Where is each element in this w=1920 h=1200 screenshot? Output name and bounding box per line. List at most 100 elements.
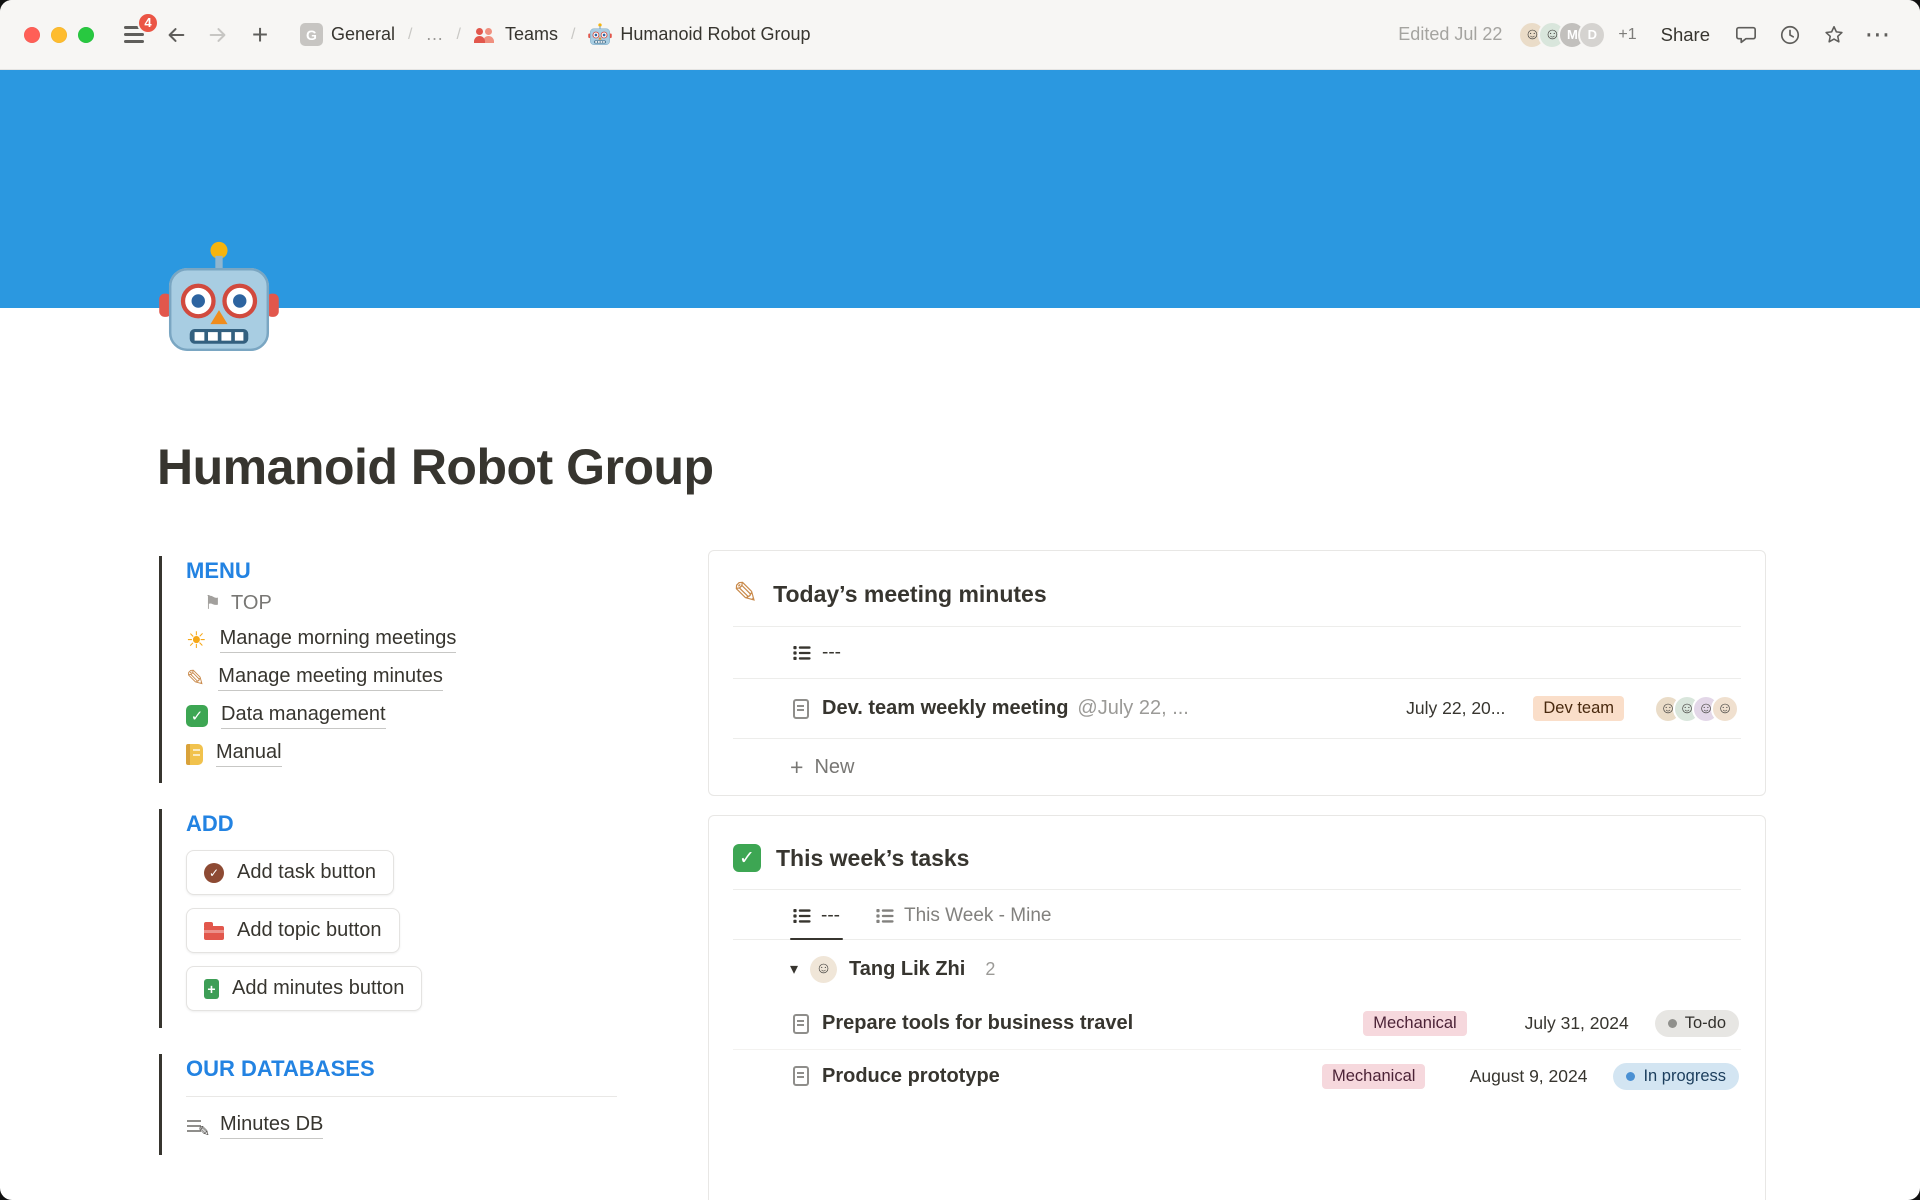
date-mention: @July 22, ... xyxy=(1077,697,1188,720)
menu-link-top[interactable]: ⚑ TOP xyxy=(204,592,272,615)
status-label: To-do xyxy=(1685,1014,1726,1033)
collaborator-avatar: D xyxy=(1578,21,1606,49)
assignee-avatar: ☺ xyxy=(810,956,837,983)
left-menu-column: MENU ⚑ TOP ☀ Manage morning meetings ✎ M… xyxy=(159,556,617,1181)
sun-icon: ☀ xyxy=(186,629,207,652)
menu-section: MENU ⚑ TOP ☀ Manage morning meetings ✎ M… xyxy=(159,556,617,783)
add-minutes-button[interactable]: Add minutes button xyxy=(186,966,422,1011)
traffic-lights xyxy=(24,27,94,43)
menu-link-morning-meetings[interactable]: ☀ Manage morning meetings xyxy=(186,627,456,653)
menu-link-data-management[interactable]: ✓ Data management xyxy=(186,703,386,729)
collaborator-overflow-count[interactable]: +1 xyxy=(1618,26,1636,44)
writing-hand-icon: ✎ xyxy=(186,667,205,690)
tasks-table: --- This Week - Mine ▾ ☺ Tang Lik Zhi 2 … xyxy=(733,889,1741,1102)
star-icon xyxy=(1823,24,1845,46)
status-badge-in-progress: In progress xyxy=(1613,1063,1739,1090)
status-dot xyxy=(1668,1019,1677,1028)
page-document-icon xyxy=(793,1014,809,1034)
close-window-button[interactable] xyxy=(24,27,40,43)
minutes-card-title: Today’s meeting minutes xyxy=(773,581,1047,608)
sidebar-toggle-button[interactable]: 4 xyxy=(116,17,152,53)
back-button[interactable] xyxy=(158,17,194,53)
minutes-row-date: July 22, 20... xyxy=(1406,698,1505,719)
minutes-row-title: Dev. team weekly meeting xyxy=(822,697,1068,720)
writing-hand-icon: ✎ xyxy=(733,579,758,609)
menu-link-minutes-db[interactable]: Minutes DB xyxy=(186,1113,323,1139)
menu-item-label: Manual xyxy=(216,741,282,767)
breadcrumb-workspace-label: General xyxy=(331,24,395,45)
ellipsis-icon: ⋯ xyxy=(1865,29,1892,39)
tasks-card-header: ✓ This week’s tasks xyxy=(709,816,1765,889)
view-tab-label: --- xyxy=(821,905,840,927)
tasks-card-title: This week’s tasks xyxy=(776,845,969,872)
minutes-row[interactable]: Dev. team weekly meeting @July 22, ... J… xyxy=(733,679,1741,739)
page-document-icon xyxy=(793,1066,809,1086)
tasks-view-tab-this-week-mine[interactable]: This Week - Mine xyxy=(876,905,1051,939)
task-check-icon: ✓ xyxy=(204,863,224,883)
arrow-left-icon xyxy=(165,24,187,46)
breadcrumb: G General / … / Teams / Humanoid Robot G… xyxy=(292,18,819,52)
new-row-label: New xyxy=(814,756,854,779)
add-heading: ADD xyxy=(186,811,617,837)
task-row[interactable]: Produce prototype Mechanical August 9, 2… xyxy=(733,1050,1741,1102)
status-label: In progress xyxy=(1643,1067,1726,1086)
teams-people-icon xyxy=(474,26,497,43)
comments-button[interactable] xyxy=(1728,17,1764,53)
menu-link-meeting-minutes[interactable]: ✎ Manage meeting minutes xyxy=(186,665,443,691)
collaborator-avatar-stack[interactable]: ☺ ☺ M D xyxy=(1518,21,1606,49)
more-options-button[interactable]: ⋯ xyxy=(1860,17,1896,53)
task-title: Prepare tools for business travel xyxy=(822,1012,1133,1035)
minutes-view-tab[interactable]: --- xyxy=(733,627,1741,679)
databases-heading: OUR DATABASES xyxy=(186,1056,617,1082)
menu-link-manual[interactable]: Manual xyxy=(186,741,282,767)
tasks-view-tab-default[interactable]: --- xyxy=(793,905,840,939)
assignee-group-row: ▾ ☺ Tang Lik Zhi 2 xyxy=(733,940,1741,998)
breadcrumb-item-teams[interactable]: Teams xyxy=(466,19,566,50)
databases-section: OUR DATABASES Minutes DB xyxy=(159,1054,617,1155)
meeting-minutes-card: ✎ Today’s meeting minutes --- Dev. team … xyxy=(708,550,1766,796)
robot-icon xyxy=(158,240,280,362)
share-button[interactable]: Share xyxy=(1651,18,1720,52)
plus-icon: + xyxy=(790,756,803,779)
add-topic-label: Add topic button xyxy=(237,919,382,942)
new-tab-button[interactable]: + xyxy=(242,17,278,53)
forward-button[interactable] xyxy=(200,17,236,53)
list-view-icon xyxy=(793,646,811,660)
folder-icon xyxy=(204,926,224,940)
mechanical-tag: Mechanical xyxy=(1322,1064,1425,1089)
breadcrumb-page-label: Humanoid Robot Group xyxy=(620,24,810,45)
collapse-triangle-icon[interactable]: ▾ xyxy=(790,959,798,979)
hamburger-icon xyxy=(124,33,144,36)
breadcrumb-separator: / xyxy=(570,26,576,44)
breadcrumb-item-page[interactable]: Humanoid Robot Group xyxy=(580,18,818,52)
new-minutes-row-button[interactable]: + New xyxy=(733,739,1741,795)
edited-timestamp: Edited Jul 22 xyxy=(1398,24,1502,45)
favorite-button[interactable] xyxy=(1816,17,1852,53)
minimize-window-button[interactable] xyxy=(51,27,67,43)
task-due-date: August 9, 2024 xyxy=(1459,1066,1587,1087)
minutes-table: --- Dev. team weekly meeting @July 22, .… xyxy=(733,626,1741,795)
clock-icon xyxy=(1779,24,1801,46)
cover-image[interactable] xyxy=(0,70,1920,308)
breadcrumb-ellipsis[interactable]: … xyxy=(418,19,452,50)
minutes-card-header: ✎ Today’s meeting minutes xyxy=(709,551,1765,626)
minutes-db-label: Minutes DB xyxy=(220,1113,323,1139)
mechanical-tag: Mechanical xyxy=(1363,1011,1466,1036)
add-task-button[interactable]: ✓ Add task button xyxy=(186,850,394,895)
memo-icon xyxy=(186,1116,207,1137)
right-content-column: ✎ Today’s meeting minutes --- Dev. team … xyxy=(708,550,1766,1200)
plus-icon: + xyxy=(252,21,268,49)
breadcrumb-item-workspace[interactable]: G General xyxy=(292,18,403,51)
status-dot xyxy=(1626,1072,1635,1081)
list-view-icon xyxy=(793,909,811,923)
arrow-right-icon xyxy=(207,24,229,46)
attendee-avatar: ☺ xyxy=(1711,695,1739,723)
titlebar: 4 + G General / … / Teams / Humanoid Rob… xyxy=(0,0,1920,70)
menu-heading: MENU xyxy=(186,558,617,584)
titlebar-right: Edited Jul 22 ☺ ☺ M D +1 Share ⋯ xyxy=(1398,17,1896,53)
page-icon-robot[interactable] xyxy=(158,240,280,362)
task-row[interactable]: Prepare tools for business travel Mechan… xyxy=(733,998,1741,1050)
zoom-window-button[interactable] xyxy=(78,27,94,43)
history-button[interactable] xyxy=(1772,17,1808,53)
add-topic-button[interactable]: Add topic button xyxy=(186,908,400,953)
